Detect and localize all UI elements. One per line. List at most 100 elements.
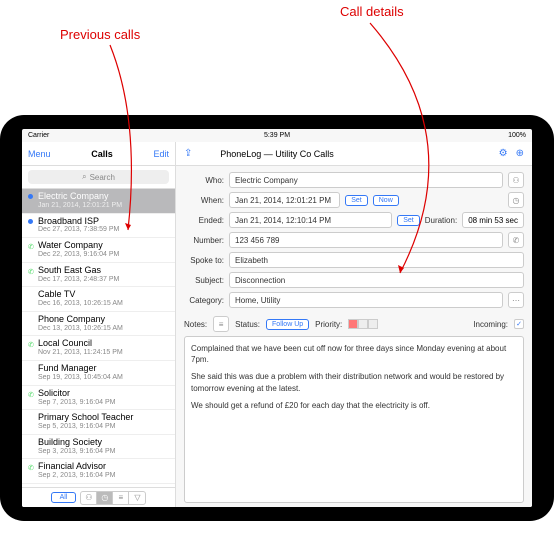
empty-marker xyxy=(28,317,34,323)
phone-icon[interactable]: ✆ xyxy=(508,232,524,248)
item-date: Dec 27, 2013, 7:38:59 PM xyxy=(38,226,169,234)
priority-swatch[interactable] xyxy=(348,319,378,329)
detail-panel: ⇪ PhoneLog — Utility Co Calls ⚙ ⊕ Who: E… xyxy=(176,142,532,507)
item-name: Financial Advisor xyxy=(38,462,169,472)
when-label: When: xyxy=(184,196,224,205)
empty-marker xyxy=(28,415,34,421)
list-item[interactable]: ✆ South East GasDec 17, 2013, 2:48:37 PM xyxy=(22,263,175,288)
item-date: Nov 21, 2013, 11:24:15 PM xyxy=(38,349,169,357)
call-list[interactable]: Electric CompanyJan 21, 2014, 12:01:21 P… xyxy=(22,189,175,487)
phone-marker-icon: ✆ xyxy=(28,464,34,470)
notes-p3: We should get a refund of £20 for each d… xyxy=(191,400,517,411)
carrier-label: Carrier xyxy=(28,132,49,139)
phone-marker-icon: ✆ xyxy=(28,391,34,397)
notes-label: Notes: xyxy=(184,320,207,329)
tablet-screen: Carrier 5:39 PM 100% Menu Calls Edit ⌕ S… xyxy=(22,129,532,507)
annotation-previous-calls: Previous calls xyxy=(60,27,140,42)
item-name: South East Gas xyxy=(38,266,169,276)
status-time: 5:39 PM xyxy=(264,132,290,139)
category-more-icon[interactable]: ⋯ xyxy=(508,292,524,308)
list-item[interactable]: Building SocietySep 3, 2013, 9:16:04 PM xyxy=(22,435,175,460)
list-item[interactable]: ✆ Local CouncilNov 21, 2013, 11:24:15 PM xyxy=(22,336,175,361)
item-name: Electric Company xyxy=(38,192,169,202)
ended-field[interactable]: Jan 21, 2014, 12:10:14 PM xyxy=(229,212,392,228)
who-label: Who: xyxy=(184,176,224,185)
status-bar: Carrier 5:39 PM 100% xyxy=(22,129,532,142)
seg-clock-icon[interactable]: ◷ xyxy=(97,492,113,504)
edit-button[interactable]: Edit xyxy=(153,149,169,159)
list-item[interactable]: ✆ Water CompanyDec 22, 2013, 9:16:04 PM xyxy=(22,238,175,263)
phone-marker-icon: ✆ xyxy=(28,243,34,249)
empty-marker xyxy=(28,440,34,446)
incoming-label: Incoming: xyxy=(473,320,508,329)
item-date: Dec 13, 2013, 10:26:15 AM xyxy=(38,325,169,333)
category-label: Category: xyxy=(184,296,224,305)
list-item[interactable]: Primary School TeacherSep 5, 2013, 9:16:… xyxy=(22,410,175,435)
list-item[interactable]: Fund ManagerSep 19, 2013, 10:45:04 AM xyxy=(22,361,175,386)
when-now-button[interactable]: Now xyxy=(373,195,399,206)
item-date: Dec 22, 2013, 9:16:04 PM xyxy=(38,251,169,259)
annotation-call-details: Call details xyxy=(340,4,404,19)
subject-label: Subject: xyxy=(184,276,224,285)
item-name: Water Company xyxy=(38,241,169,251)
list-item[interactable]: Electric CompanyJan 21, 2014, 12:01:21 P… xyxy=(22,189,175,214)
number-field[interactable]: 123 456 789 xyxy=(229,232,503,248)
seg-down-icon[interactable]: ▽ xyxy=(129,492,145,504)
unread-dot-icon xyxy=(28,194,33,199)
item-date: Dec 17, 2013, 2:48:37 PM xyxy=(38,276,169,284)
menu-button[interactable]: Menu xyxy=(28,149,51,159)
status-label: Status: xyxy=(235,320,260,329)
item-name: Broadband ISP xyxy=(38,217,169,227)
search-placeholder: Search xyxy=(90,173,115,182)
item-date: Sep 7, 2013, 9:16:04 PM xyxy=(38,399,169,407)
followup-button[interactable]: Follow Up xyxy=(266,319,309,330)
item-name: Primary School Teacher xyxy=(38,413,169,423)
spoke-label: Spoke to: xyxy=(184,256,224,265)
share-icon[interactable]: ⇪ xyxy=(184,148,192,159)
priority-label: Priority: xyxy=(315,320,342,329)
when-set-button[interactable]: Set xyxy=(345,195,368,206)
seg-contact-icon[interactable]: ⚇ xyxy=(81,492,97,504)
category-field[interactable]: Home, Utility xyxy=(229,292,503,308)
list-item[interactable]: ✆ SolicitorSep 7, 2013, 9:16:04 PM xyxy=(22,386,175,411)
view-segment[interactable]: ⚇ ◷ ≡ ▽ xyxy=(80,491,146,505)
ended-set-button[interactable]: Set xyxy=(397,215,420,226)
list-item[interactable]: Medical InsuranceSep 1, 2013, 9:16:04 PM xyxy=(22,484,175,487)
battery-label: 100% xyxy=(508,132,526,139)
spoke-field[interactable]: Elizabeth xyxy=(229,252,524,268)
empty-marker xyxy=(28,292,34,298)
phone-marker-icon: ✆ xyxy=(28,341,34,347)
unread-dot-icon xyxy=(28,219,33,224)
list-item[interactable]: Cable TVDec 16, 2013, 10:26:15 AM xyxy=(22,287,175,312)
seg-list-icon[interactable]: ≡ xyxy=(113,492,129,504)
sidebar: Menu Calls Edit ⌕ Search Electric Compan… xyxy=(22,142,176,507)
contact-icon[interactable]: ⚇ xyxy=(508,172,524,188)
list-item[interactable]: Phone CompanyDec 13, 2013, 10:26:15 AM xyxy=(22,312,175,337)
item-name: Solicitor xyxy=(38,389,169,399)
notes-textarea[interactable]: Complained that we have been cut off now… xyxy=(184,336,524,503)
detail-title: PhoneLog — Utility Co Calls xyxy=(220,149,334,159)
search-icon: ⌕ xyxy=(82,172,86,182)
gear-icon[interactable]: ⚙ xyxy=(499,148,508,159)
item-date: Sep 19, 2013, 10:45:04 AM xyxy=(38,374,169,382)
item-date: Jan 21, 2014, 12:01:21 PM xyxy=(38,202,169,210)
phone-marker-icon: ✆ xyxy=(28,268,34,274)
item-date: Dec 16, 2013, 10:26:15 AM xyxy=(38,300,169,308)
subject-field[interactable]: Disconnection xyxy=(229,272,524,288)
item-date: Sep 2, 2013, 9:16:04 PM xyxy=(38,472,169,480)
duration-value: 08 min 53 sec xyxy=(462,212,524,228)
sidebar-title: Calls xyxy=(91,149,113,159)
incoming-checkbox[interactable]: ✓ xyxy=(514,319,524,329)
notes-expand-icon[interactable]: ≡ xyxy=(213,316,229,332)
list-item[interactable]: Broadband ISPDec 27, 2013, 7:38:59 PM xyxy=(22,214,175,239)
timer-icon[interactable]: ◷ xyxy=(508,192,524,208)
when-field[interactable]: Jan 21, 2014, 12:01:21 PM xyxy=(229,192,340,208)
filter-all-button[interactable]: All xyxy=(51,492,77,503)
who-field[interactable]: Electric Company xyxy=(229,172,503,188)
list-item[interactable]: ✆ Financial AdvisorSep 2, 2013, 9:16:04 P… xyxy=(22,459,175,484)
add-icon[interactable]: ⊕ xyxy=(516,148,524,159)
item-name: Fund Manager xyxy=(38,364,169,374)
item-name: Local Council xyxy=(38,339,169,349)
search-input[interactable]: ⌕ Search xyxy=(28,170,169,184)
duration-label: Duration: xyxy=(425,216,457,225)
